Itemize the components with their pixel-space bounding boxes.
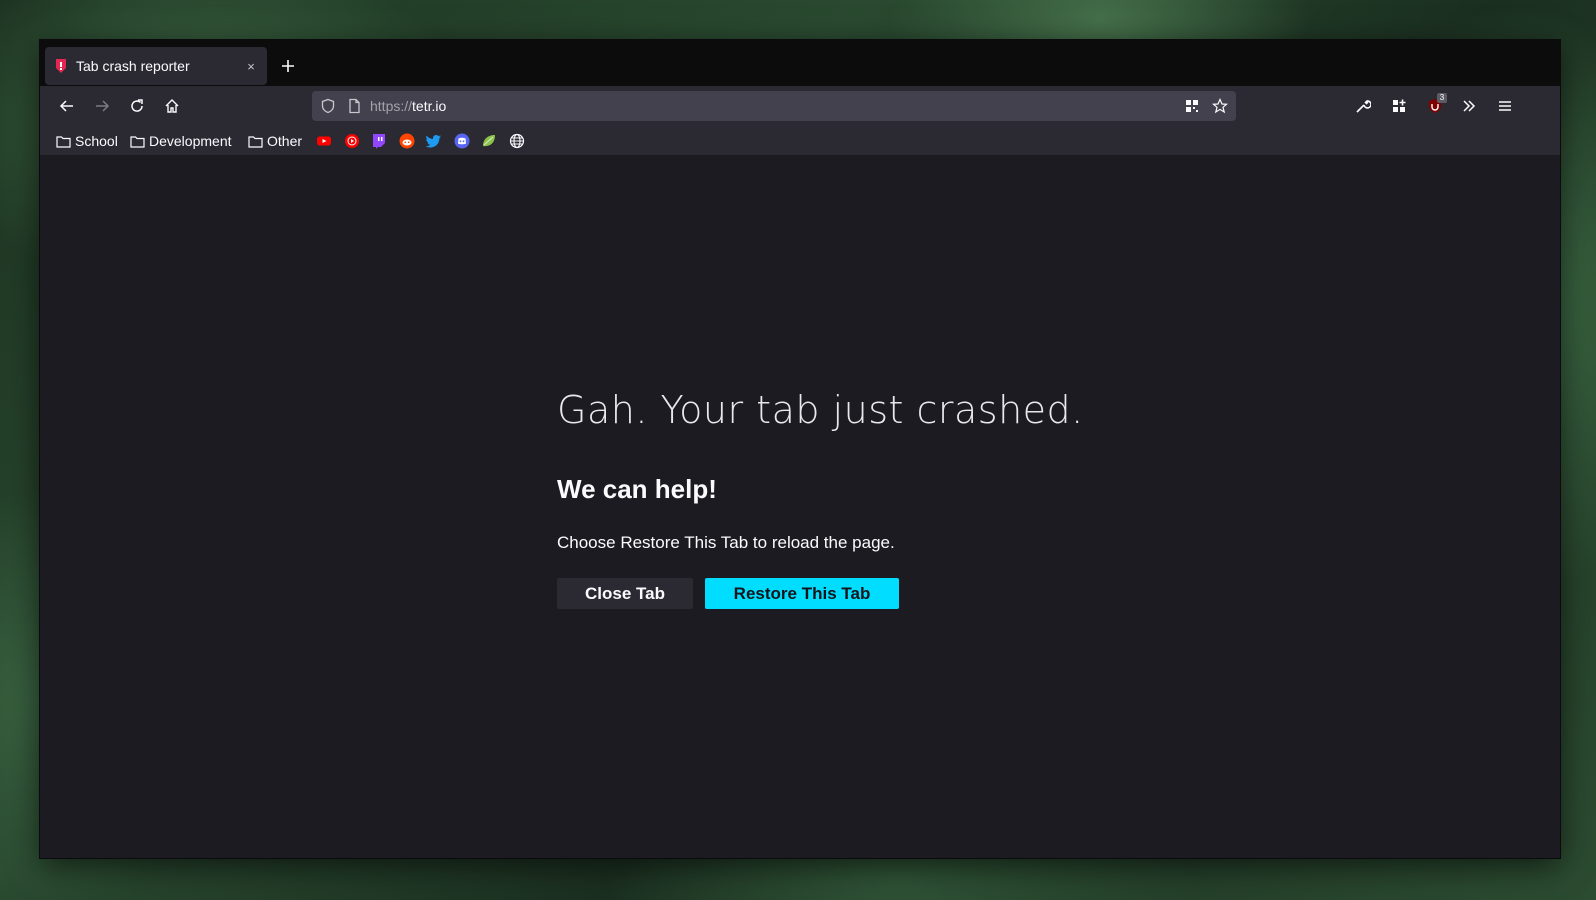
- url-scheme: https://: [370, 98, 413, 114]
- youtube-icon[interactable]: [316, 133, 332, 149]
- bookmarks-toolbar: School Development Other: [40, 126, 1560, 156]
- url-host: tetr.io: [412, 98, 447, 114]
- extension-badge-count: 3: [1437, 93, 1447, 103]
- crash-warning-icon: [53, 58, 69, 74]
- double-chevron-icon: [1463, 100, 1476, 112]
- youtube-music-icon[interactable]: [344, 133, 360, 149]
- reload-button[interactable]: [123, 92, 151, 120]
- home-icon: [165, 99, 179, 113]
- restore-tab-button[interactable]: Restore This Tab: [705, 578, 899, 609]
- developer-tools-button[interactable]: [1349, 92, 1377, 120]
- url-bar[interactable]: https://tetr.io: [312, 91, 1236, 121]
- back-button[interactable]: [53, 92, 81, 120]
- extensions-grid-icon: [1393, 99, 1406, 112]
- tracking-shield-icon[interactable]: [320, 98, 336, 114]
- lime-icon[interactable]: [481, 133, 497, 149]
- reddit-icon[interactable]: [399, 133, 415, 149]
- help-heading: We can help!: [557, 474, 717, 504]
- bookmark-folder-label: Other: [267, 133, 303, 149]
- app-menu-button[interactable]: [1491, 92, 1519, 120]
- bookmark-folder-development[interactable]: Development: [130, 131, 232, 151]
- extensions-button[interactable]: [1385, 92, 1413, 120]
- home-button[interactable]: [158, 92, 186, 120]
- folder-icon: [130, 135, 145, 148]
- discord-icon[interactable]: [454, 133, 470, 149]
- new-tab-button[interactable]: [274, 52, 302, 80]
- bookmark-folder-label: Development: [149, 133, 232, 149]
- twitter-icon[interactable]: [426, 133, 442, 149]
- tab-crash-reporter[interactable]: Tab crash reporter ×: [45, 47, 267, 85]
- folder-icon: [56, 135, 71, 148]
- navigation-toolbar: https://tetr.io 3: [40, 86, 1560, 126]
- tab-title: Tab crash reporter: [76, 58, 190, 74]
- plus-icon: [282, 60, 294, 72]
- page-info-icon[interactable]: [346, 98, 362, 114]
- page-title: Gah. Your tab just crashed.: [557, 388, 1084, 432]
- tab-strip: Tab crash reporter ×: [40, 40, 1560, 86]
- url-text[interactable]: https://tetr.io: [370, 98, 446, 114]
- reload-icon: [131, 99, 143, 112]
- back-arrow-icon: [59, 100, 73, 112]
- hamburger-icon: [1499, 101, 1511, 111]
- twitch-icon[interactable]: [371, 133, 387, 149]
- close-tab-button[interactable]: Close Tab: [557, 578, 693, 609]
- forward-arrow-icon: [96, 100, 110, 112]
- tab-close-icon[interactable]: ×: [243, 59, 259, 74]
- bookmark-folder-other[interactable]: Other: [248, 131, 302, 151]
- forward-button[interactable]: [88, 92, 116, 120]
- help-message: Choose Restore This Tab to reload the pa…: [557, 533, 895, 552]
- bookmark-folder-label: School: [75, 133, 118, 149]
- qr-code-icon[interactable]: [1184, 98, 1200, 114]
- folder-icon: [248, 135, 263, 148]
- bookmark-star-icon[interactable]: [1212, 98, 1228, 114]
- crash-page: Gah. Your tab just crashed. We can help!…: [40, 157, 1560, 858]
- bookmark-folder-school[interactable]: School: [56, 131, 118, 151]
- browser-window: Tab crash reporter × https://tetr.io 3 S…: [40, 40, 1560, 858]
- wrench-icon: [1356, 100, 1371, 113]
- ublock-extension-button[interactable]: 3: [1421, 92, 1449, 120]
- globe-icon[interactable]: [509, 133, 525, 149]
- overflow-menu-button[interactable]: [1455, 92, 1483, 120]
